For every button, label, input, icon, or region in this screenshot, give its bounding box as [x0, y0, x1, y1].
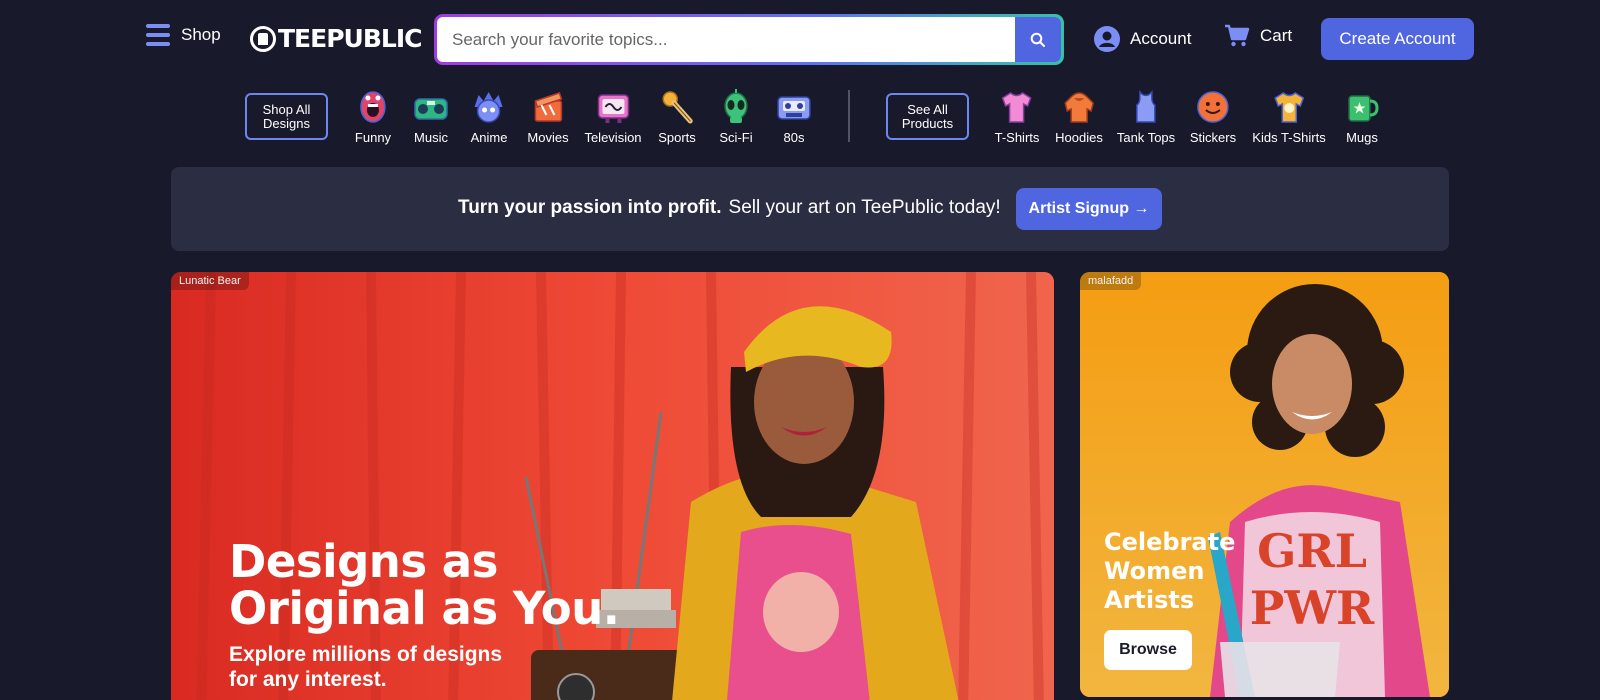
category-label: T-Shirts — [994, 130, 1040, 145]
svg-text:PWR: PWR — [1250, 581, 1375, 635]
shop-menu-label: Shop — [181, 25, 221, 44]
category-t-shirts[interactable]: T-Shirts — [994, 89, 1040, 145]
category-funny[interactable]: Funny — [355, 89, 391, 145]
funny-icon — [360, 91, 386, 123]
hero-main-card[interactable]: Lunatic Bear Designs as Original as You.… — [171, 272, 1054, 700]
cart-link[interactable]: Cart — [1224, 24, 1292, 48]
hero-main-image — [171, 272, 1054, 700]
category-tank-tops[interactable]: Tank Tops — [1117, 89, 1175, 145]
category-label: Movies — [527, 130, 569, 145]
category-movies[interactable]: Movies — [527, 89, 569, 145]
category-label: Stickers — [1189, 130, 1237, 145]
category-television[interactable]: Television — [584, 89, 642, 145]
music-icon — [414, 98, 448, 120]
category-label: Music — [414, 130, 448, 145]
cart-icon — [1225, 24, 1250, 47]
hero-subtitle: Explore millions of designs for any inte… — [229, 643, 503, 691]
create-account-button[interactable]: Create Account — [1321, 18, 1474, 60]
category-label: 80s — [783, 130, 805, 145]
banner-regular-text: Sell your art on TeePublic today! — [728, 197, 1001, 218]
category-label: Funny — [354, 130, 392, 145]
nav-divider — [848, 90, 850, 142]
search-button[interactable] — [1015, 17, 1061, 62]
banner-text: Turn your passion into profit. Sell your … — [458, 197, 1001, 219]
anime-icon — [474, 92, 503, 123]
teepublic-logo[interactable]: TEEPUBLIC — [250, 24, 422, 53]
category-label: Tank Tops — [1116, 130, 1176, 145]
cart-label: Cart — [1260, 26, 1293, 45]
category-label: Mugs — [1346, 130, 1378, 145]
header: Shop TEEPUBLIC Account — [0, 0, 1600, 80]
search-input[interactable] — [437, 17, 1015, 62]
category-mugs[interactable]: Mugs — [1344, 89, 1380, 145]
artist-signup-button[interactable]: Artist Signup → — [1016, 188, 1162, 230]
hamburger-icon — [146, 24, 170, 46]
account-link[interactable]: Account — [1094, 26, 1191, 52]
category-label: Sci-Fi — [719, 130, 753, 145]
user-icon — [1094, 26, 1120, 52]
hero-title: Designs as Original as You. — [229, 535, 620, 635]
category-nav: Shop All Designs Funny Music Anime Movie… — [0, 86, 1600, 154]
see-all-products-button[interactable]: See All Products — [886, 93, 969, 140]
logo-text: TEEPUBLIC — [278, 24, 422, 53]
category-80s[interactable]: 80s — [776, 89, 812, 145]
t-shirt-icon — [1002, 92, 1032, 123]
search-bar — [434, 14, 1064, 65]
sticker-icon — [1197, 91, 1229, 123]
80s-icon — [777, 96, 811, 120]
artist-signup-banner: Turn your passion into profit. Sell your … — [171, 167, 1449, 251]
category-label: Kids T-Shirts — [1252, 130, 1326, 145]
category-label: Hoodies — [1055, 130, 1103, 145]
hoodie-icon — [1064, 92, 1094, 123]
mug-icon — [1348, 95, 1379, 122]
category-label: Anime — [470, 130, 508, 145]
image-credit: Lunatic Bear — [171, 272, 249, 290]
category-music[interactable]: Music — [413, 89, 449, 145]
category-label: Television — [584, 130, 642, 145]
category-sports[interactable]: Sports — [658, 89, 696, 145]
account-label: Account — [1130, 29, 1192, 48]
category-sci-fi[interactable]: Sci-Fi — [718, 89, 754, 145]
browse-button[interactable]: Browse — [1104, 630, 1192, 670]
svg-text:GRL: GRL — [1257, 524, 1367, 578]
movies-icon — [534, 92, 562, 122]
sci-fi-icon — [724, 89, 748, 123]
sports-icon — [662, 91, 693, 124]
banner-bold-text: Turn your passion into profit. — [458, 197, 722, 218]
category-hoodies[interactable]: Hoodies — [1055, 89, 1103, 145]
category-label: Sports — [658, 130, 696, 145]
search-icon — [1030, 32, 1045, 47]
shop-menu-button[interactable]: Shop — [146, 24, 221, 46]
kids-t-shirt-icon — [1274, 92, 1304, 123]
logo-mark-icon — [250, 25, 276, 52]
category-stickers[interactable]: Stickers — [1190, 89, 1236, 145]
hero-side-card[interactable]: GRL PWR malafadd Celebrate Women Artists… — [1080, 272, 1449, 697]
category-kids-t-shirts[interactable]: Kids T-Shirts — [1252, 89, 1326, 145]
shop-all-designs-button[interactable]: Shop All Designs — [245, 93, 328, 140]
image-credit: malafadd — [1080, 272, 1142, 290]
side-title: Celebrate Women Artists — [1104, 528, 1236, 614]
category-anime[interactable]: Anime — [470, 89, 508, 145]
tank-top-icon — [1136, 89, 1156, 123]
television-icon — [597, 94, 629, 123]
